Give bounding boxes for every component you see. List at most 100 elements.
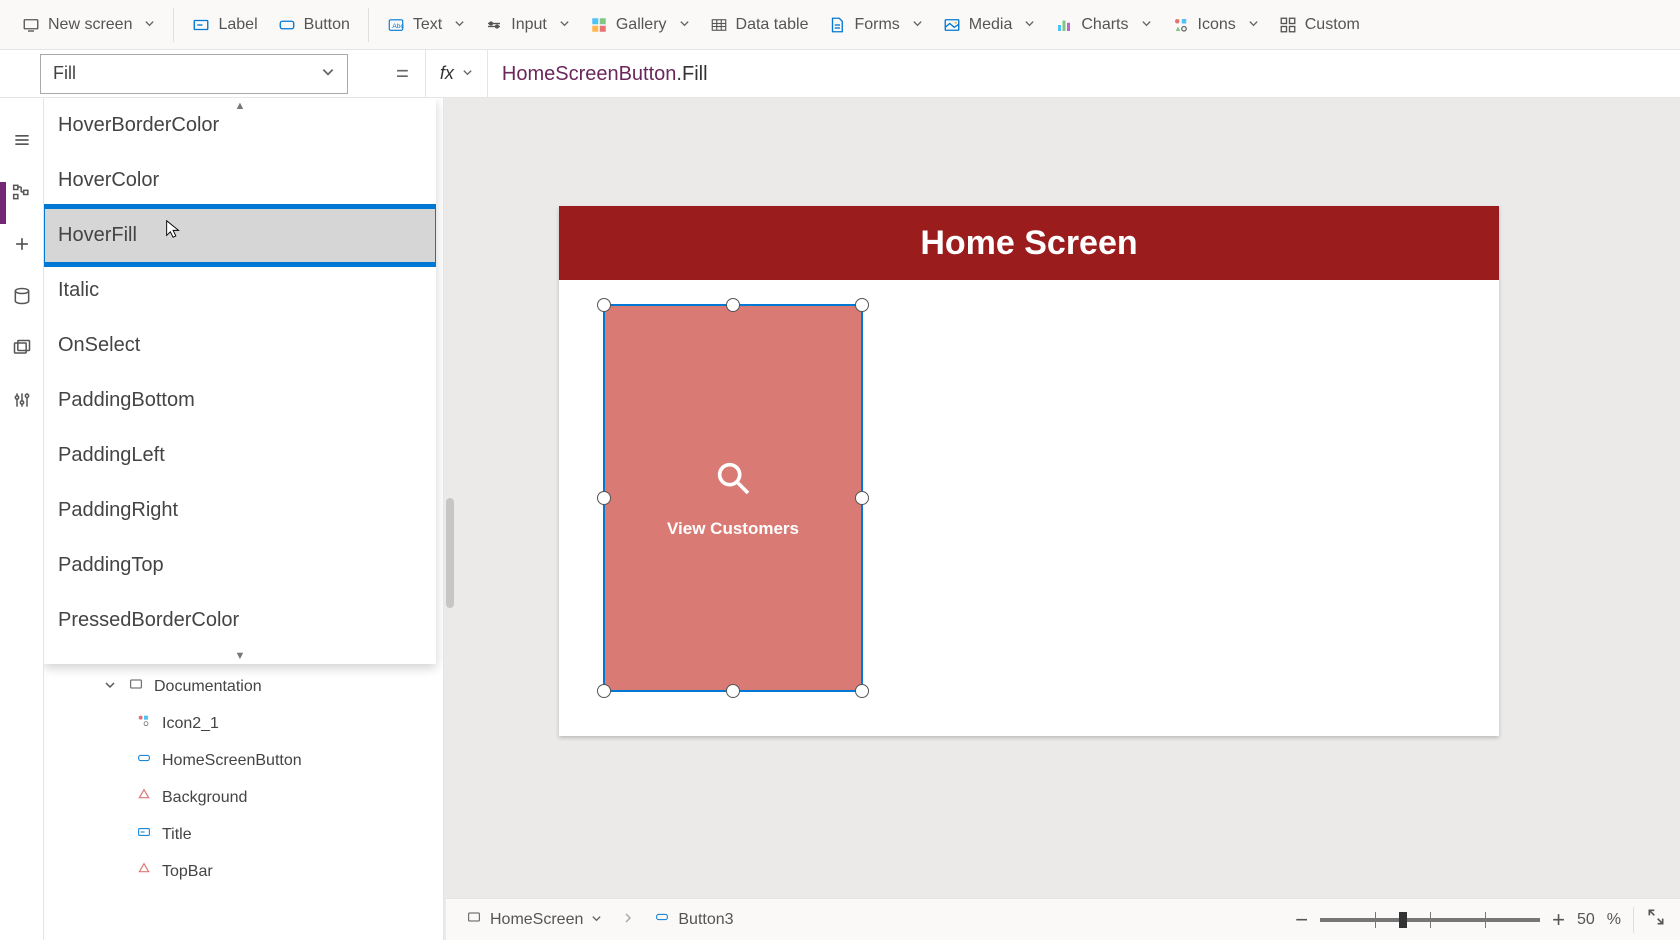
property-selector[interactable]: Fill	[40, 54, 348, 94]
tree-item-label: Documentation	[154, 678, 262, 696]
tree-item-label: Title	[162, 826, 192, 844]
chevron-down-icon	[321, 63, 335, 84]
shape-icon	[136, 787, 152, 808]
insert-forms-menu[interactable]: Forms	[818, 10, 932, 40]
icons-icon	[1172, 16, 1190, 34]
svg-text:Abc: Abc	[392, 23, 404, 30]
button-icon	[654, 909, 670, 930]
breadcrumb-screen[interactable]: HomeScreen	[460, 905, 608, 934]
chevron-down-icon	[559, 16, 570, 34]
formula-member: .Fill	[676, 63, 707, 85]
insert-text-menu[interactable]: Abc Text	[377, 10, 475, 40]
resize-handle[interactable]	[855, 684, 869, 698]
dropdown-item-pressedbordercolor[interactable]: PressedBorderColor	[44, 593, 436, 648]
resize-handle[interactable]	[855, 298, 869, 312]
charts-icon	[1055, 16, 1073, 34]
active-rail-indicator	[0, 182, 6, 224]
insert-icon[interactable]	[10, 232, 34, 256]
tree-item-label: Icon2_1	[162, 715, 219, 733]
dropdown-item-hoverbordercolor[interactable]: HoverBorderColor	[44, 114, 436, 153]
formula-identifier: HomeScreenButton	[502, 63, 677, 85]
tree-parent-documentation[interactable]: Documentation	[94, 668, 443, 705]
insert-charts-menu[interactable]: Charts	[1045, 10, 1161, 40]
tree-item-icon2-1[interactable]: Icon2_1	[94, 705, 443, 742]
canvas-scrollbar[interactable]	[446, 498, 454, 608]
tree-view-icon[interactable]	[10, 180, 34, 204]
canvas-screen[interactable]: Home Screen View Customers	[559, 206, 1499, 736]
tools-icon[interactable]	[10, 388, 34, 412]
scroll-up-arrow[interactable]: ▲	[44, 98, 436, 114]
chevron-down-icon	[1141, 16, 1152, 34]
breadcrumb-chevron-icon	[622, 911, 634, 929]
insert-media-menu[interactable]: Media	[933, 10, 1046, 40]
tree-item-background[interactable]: Background	[94, 779, 443, 816]
dropdown-item-italic[interactable]: Italic	[44, 263, 436, 318]
insert-charts-text: Charts	[1081, 16, 1128, 34]
zoom-out-button[interactable]: −	[1295, 907, 1308, 933]
breadcrumb-screen-label: HomeScreen	[490, 911, 583, 929]
dropdown-item-onselect[interactable]: OnSelect	[44, 318, 436, 373]
gallery-icon	[590, 16, 608, 34]
search-icon	[713, 458, 753, 503]
expand-icon[interactable]	[1646, 907, 1666, 932]
resize-handle[interactable]	[726, 684, 740, 698]
dropdown-item-hoverfill[interactable]: HoverFill	[44, 208, 436, 263]
resize-handle[interactable]	[597, 298, 611, 312]
new-screen-menu[interactable]: New screen	[12, 10, 165, 40]
resize-handle[interactable]	[597, 684, 611, 698]
media-rail-icon[interactable]	[10, 336, 34, 360]
formula-input[interactable]: HomeScreenButton.Fill	[488, 61, 1680, 86]
tree-children: Documentation Icon2_1 HomeScreenButton B…	[44, 668, 443, 890]
zoom-controls: − + 50 %	[1295, 907, 1666, 933]
screen-icon	[22, 16, 40, 34]
resize-handle[interactable]	[726, 298, 740, 312]
table-icon	[710, 16, 728, 34]
tree-item-label: TopBar	[162, 863, 213, 881]
shapes-icon	[136, 713, 152, 734]
canvas-area[interactable]: Home Screen View Customers	[444, 98, 1680, 940]
zoom-slider[interactable]	[1320, 918, 1540, 922]
dropdown-item-paddingleft[interactable]: PaddingLeft	[44, 428, 436, 483]
chevron-down-icon	[462, 65, 473, 83]
tree-item-homescreenbutton[interactable]: HomeScreenButton	[94, 742, 443, 779]
status-bar: HomeScreen Button3 − + 50 %	[446, 898, 1680, 940]
dropdown-item-paddingtop[interactable]: PaddingTop	[44, 538, 436, 593]
scroll-down-arrow[interactable]: ▼	[44, 648, 436, 664]
dropdown-item-paddingright[interactable]: PaddingRight	[44, 483, 436, 538]
insert-datatable-button[interactable]: Data table	[700, 10, 819, 40]
insert-ribbon: New screen Label Button Abc Text Input	[0, 0, 1680, 50]
input-icon	[485, 16, 503, 34]
insert-custom-text: Custom	[1305, 16, 1360, 34]
chevron-down-icon	[591, 911, 602, 929]
insert-datatable-text: Data table	[736, 16, 809, 34]
tree-item-label: HomeScreenButton	[162, 752, 302, 770]
dropdown-item-hovercolor[interactable]: HoverColor	[44, 153, 436, 208]
text-icon: Abc	[387, 16, 405, 34]
forms-icon	[828, 16, 846, 34]
insert-icons-menu[interactable]: Icons	[1162, 10, 1269, 40]
chevron-down-icon	[144, 16, 155, 34]
label-icon	[136, 824, 152, 845]
data-icon[interactable]	[10, 284, 34, 308]
view-customers-card[interactable]: View Customers	[603, 304, 863, 692]
resize-handle[interactable]	[855, 491, 869, 505]
resize-handle[interactable]	[597, 491, 611, 505]
tree-item-topbar[interactable]: TopBar	[94, 853, 443, 890]
button-icon	[278, 16, 296, 34]
insert-input-menu[interactable]: Input	[475, 10, 580, 40]
fx-button[interactable]: fx	[425, 50, 488, 97]
main-area: ▲ HoverBorderColor HoverColor HoverFill …	[0, 98, 1680, 940]
property-dropdown-list[interactable]: HoverBorderColor HoverColor HoverFill It…	[44, 114, 436, 648]
zoom-in-button[interactable]: +	[1552, 907, 1565, 933]
tree-view-panel: ▲ HoverBorderColor HoverColor HoverFill …	[44, 98, 444, 940]
hamburger-icon[interactable]	[10, 128, 34, 152]
dropdown-item-paddingbottom[interactable]: PaddingBottom	[44, 373, 436, 428]
insert-label-button[interactable]: Label	[182, 10, 267, 40]
insert-gallery-menu[interactable]: Gallery	[580, 10, 700, 40]
screen-header: Home Screen	[559, 206, 1499, 280]
insert-custom-menu[interactable]: Custom	[1269, 10, 1370, 40]
tree-item-title[interactable]: Title	[94, 816, 443, 853]
breadcrumb-control[interactable]: Button3	[648, 905, 739, 934]
left-nav-rail	[0, 98, 44, 940]
insert-button-button[interactable]: Button	[268, 10, 360, 40]
